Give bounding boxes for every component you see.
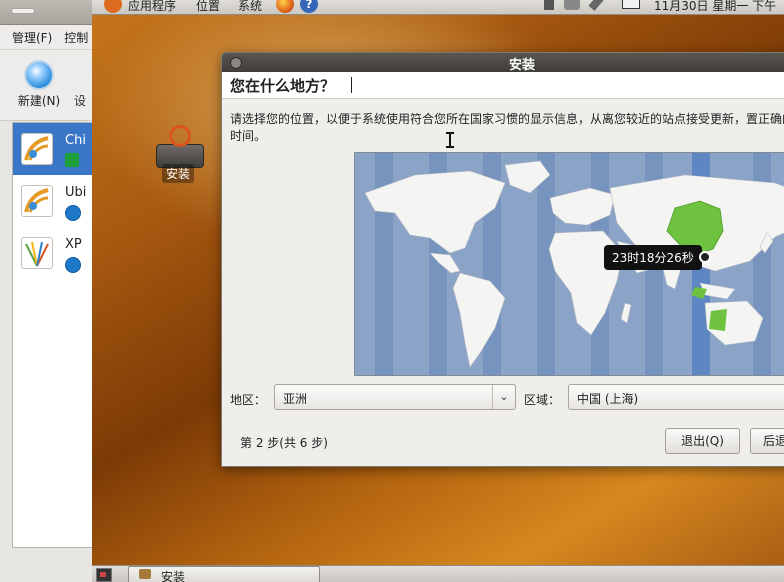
guest-top-panel: 应用程序 位置 系统 ? 11月30日 星期一 下午 [92, 0, 784, 15]
vm-list-item-ubuntu[interactable]: Ubi [13, 175, 93, 227]
ubuntu-logo-icon [169, 125, 191, 147]
settings-button[interactable]: 设 [74, 92, 86, 109]
installer-icon [139, 569, 151, 579]
window-grip-icon [12, 9, 34, 13]
vm-list-item-xp[interactable]: XP [13, 227, 93, 279]
host-toolbar: 新建(N) 设 [0, 50, 92, 121]
time-tooltip: 23时18分26秒 [604, 245, 702, 270]
chevron-down-icon: ⌄ [492, 385, 515, 409]
quit-button[interactable]: 退出(Q) [665, 428, 740, 454]
back-button[interactable]: 后退 [750, 428, 784, 454]
desktop-install-icon[interactable]: 安装 [152, 118, 208, 183]
timezone-map[interactable]: 23时18分26秒 [354, 152, 784, 376]
guest-bottom-panel: 安装 [92, 565, 784, 582]
firefox-icon[interactable] [276, 0, 294, 13]
zone-value: 中国 (上海) [577, 392, 639, 406]
host-titlebar[interactable] [0, 0, 92, 25]
vm-list: Chi Ubi XP [12, 122, 94, 548]
region-value: 亚洲 [283, 392, 308, 406]
virtualbox-manager-window: 管理(F) 控制 新建(N) 设 Chi Ubi XP [0, 0, 94, 582]
zone-combobox[interactable]: 中国 (上海) [568, 384, 784, 410]
show-desktop-icon[interactable] [96, 568, 112, 582]
menu-control[interactable]: 控制 [64, 29, 88, 46]
help-icon[interactable]: ? [300, 0, 318, 13]
vm-name: Chi [65, 133, 86, 148]
guest-desktop: 应用程序 位置 系统 ? 11月30日 星期一 下午 安装 安装 您在什么地方？… [92, 0, 784, 582]
taskbar-window-label: 安装 [161, 570, 186, 582]
panel-clock[interactable]: 11月30日 星期一 下午 [654, 0, 776, 14]
powered-off-icon [65, 205, 81, 221]
mail-icon[interactable] [622, 0, 640, 9]
installer-title: 安装 [508, 58, 535, 73]
instructions-text: 请选择您的位置，以便于系统使用符合您所在国家习惯的显示信息，从离您较近的站点接受… [230, 112, 784, 143]
vm-name: XP [65, 237, 82, 252]
region-combobox[interactable]: 亚洲 ⌄ [274, 384, 516, 410]
menu-manage[interactable]: 管理(F) [12, 29, 52, 46]
network-icon[interactable] [564, 0, 580, 10]
volume-icon[interactable] [544, 0, 554, 10]
step-indicator: 第 2 步(共 6 步) [240, 436, 328, 450]
region-label: 地区： [230, 393, 267, 407]
vm-name: Ubi [65, 185, 87, 200]
new-vm-icon [26, 62, 52, 88]
vm-list-item-chinese[interactable]: Chi [13, 123, 93, 175]
desktop-icon-label: 安装 [162, 164, 195, 183]
running-arrow-icon [65, 153, 79, 167]
host-menubar: 管理(F) 控制 [0, 25, 92, 50]
installer-window: 安装 您在什么地方？ 请选择您的位置，以便于系统使用符合您所在国家习惯的显示信息… [221, 52, 784, 467]
power-plug-icon[interactable] [588, 0, 604, 11]
system-menu[interactable]: 系统 [238, 0, 262, 14]
ubuntu-os-icon [21, 185, 53, 217]
new-vm-label: 新建(N) [17, 94, 61, 108]
taskbar-window-button[interactable]: 安装 [128, 566, 320, 582]
ubuntu-os-icon [21, 133, 53, 165]
powered-off-icon [65, 257, 81, 273]
new-vm-button[interactable]: 新建(N) [14, 56, 64, 114]
city-marker[interactable] [699, 251, 711, 263]
applications-menu[interactable]: 应用程序 [128, 0, 176, 14]
world-map-land [364, 160, 784, 368]
installer-titlebar[interactable]: 安装 [222, 53, 784, 73]
heading-bar: 您在什么地方？ [222, 72, 784, 99]
text-cursor-icon [446, 132, 454, 148]
places-menu[interactable]: 位置 [196, 0, 220, 14]
page-title: 您在什么地方？ [230, 77, 336, 95]
ubuntu-logo-icon [104, 0, 122, 13]
zone-label: 区域： [524, 393, 561, 407]
windows-xp-os-icon [21, 237, 53, 269]
text-caret [351, 77, 352, 93]
